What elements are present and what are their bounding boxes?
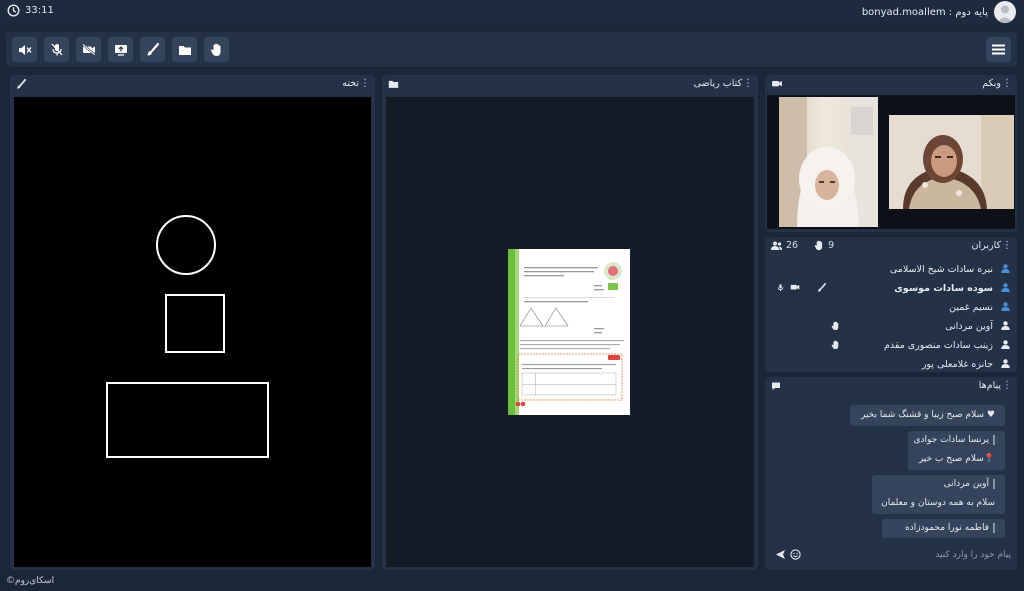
microphone-icon [777, 283, 784, 292]
message-sender: فاطمه نورا محمودزاده [905, 523, 995, 533]
webcam-feed-student[interactable] [779, 97, 878, 227]
panel-title: کاربران [971, 240, 1001, 251]
user-icon [1001, 283, 1010, 292]
message-bubble: آوین مردانی سلام به همه دوستان و معلمان [872, 475, 1005, 514]
toolbar [6, 32, 1017, 67]
panel-menu-icon[interactable]: ⋮ [743, 78, 753, 89]
message-text: سلام به همه دوستان و معلمان [881, 498, 995, 508]
draw-button[interactable] [140, 37, 165, 62]
video-camera-icon [790, 283, 800, 291]
footer: ©اسکای‌روم [6, 576, 54, 586]
user-name: جانزه غلامعلی پور [921, 359, 993, 370]
user-name: زینب سادات منصوری مقدم [883, 340, 993, 351]
panel-title: وبکم [982, 78, 1001, 89]
brand-text: ©اسکای‌روم [6, 576, 55, 586]
current-user-label: bonyad.moallem : پایه دوم [861, 6, 988, 18]
current-user[interactable]: bonyad.moallem : پایه دوم [862, 1, 1016, 23]
message-bubble: پرنسا سادات جوادی سلام صبح ب خیر📍 [908, 431, 1005, 470]
user-icon [1001, 321, 1010, 330]
brush-icon [817, 283, 826, 292]
whiteboard-square [165, 294, 225, 353]
user-name: آوین مردانی [945, 321, 993, 332]
panel-menu-icon[interactable]: ⋮ [1002, 240, 1012, 251]
user-row[interactable]: سوده سادات موسوی [769, 279, 1013, 298]
emoji-icon[interactable] [790, 549, 801, 560]
share-screen-icon [114, 44, 127, 56]
panel-title: کتاب ریاضی [693, 78, 742, 89]
user-name: سوده سادات موسوی [894, 283, 993, 294]
user-name: نیره سادات شیخ الاسلامی [889, 264, 993, 275]
camera-off-icon [81, 44, 95, 55]
microphone-toggle-button[interactable] [44, 37, 69, 62]
top-bar: 33:11 bonyad.moallem : پایه دوم [0, 0, 1024, 24]
message-text: سلام صبح ب خیر📍 [918, 454, 995, 464]
brush-icon [146, 43, 159, 56]
user-icon [1001, 264, 1010, 273]
hamburger-icon [992, 44, 1005, 55]
speaker-off-icon [18, 44, 32, 55]
message-input-row [767, 543, 1016, 567]
message-bubble: سلام صبح زیبا و قشنگ شما بخیر ♥ [850, 405, 1005, 426]
folder-icon [178, 45, 191, 55]
timer-value: 33:11 [25, 5, 54, 16]
panel-menu-icon[interactable]: ⋮ [360, 78, 370, 89]
user-name: نسیم غمین [949, 302, 993, 313]
whiteboard-canvas[interactable] [14, 97, 371, 567]
message-bubble: فاطمه نورا محمودزاده [882, 519, 1005, 538]
whiteboard-circle [156, 215, 216, 275]
users-count: 26 [786, 240, 799, 251]
files-button[interactable] [172, 37, 197, 62]
messages-list[interactable]: سلام صبح زیبا و قشنگ شما بخیر ♥ پرنسا سا… [769, 398, 1013, 538]
send-icon[interactable] [775, 549, 786, 560]
user-row[interactable]: نسیم غمین [769, 298, 1013, 317]
whiteboard-rectangle [106, 382, 269, 458]
webcam-feed-teacher[interactable] [889, 115, 1014, 209]
user-icon [1001, 302, 1010, 311]
book-page-image [508, 249, 630, 415]
user-row[interactable]: جانزه غلامعلی پور [769, 355, 1013, 370]
users-group-icon [771, 241, 782, 250]
pin-icon: 📍 [983, 454, 995, 464]
raised-hands-count: 9 [828, 240, 835, 251]
message-input[interactable] [803, 546, 1011, 564]
user-row[interactable]: نیره سادات شیخ الاسلامی [769, 260, 1013, 279]
camera-toggle-button[interactable] [76, 37, 101, 62]
chat-bubble-icon [771, 381, 781, 391]
panel-title: پیام‌ها [978, 380, 1001, 391]
user-icon [1001, 359, 1010, 368]
video-camera-icon [771, 79, 783, 88]
message-text: سلام صبح زیبا و قشنگ شما بخیر ♥ [860, 410, 995, 420]
folder-icon [388, 79, 399, 89]
hand-icon [814, 240, 823, 251]
message-sender: آوین مردانی [944, 479, 995, 489]
session-timer: 33:11 [7, 4, 54, 17]
avatar[interactable] [994, 1, 1016, 23]
clock-icon [7, 4, 20, 17]
panel-title: تخته [342, 78, 359, 89]
heart-icon: ♥ [986, 410, 995, 420]
users-list[interactable]: نیره سادات شیخ الاسلامی سوده سادات موسوی… [769, 258, 1013, 370]
share-screen-button[interactable] [108, 37, 133, 62]
hand-icon [210, 43, 221, 56]
panel-menu-icon[interactable]: ⋮ [1002, 78, 1012, 89]
panel-menu-icon[interactable]: ⋮ [1002, 380, 1012, 391]
user-icon [1001, 340, 1010, 349]
menu-button[interactable] [986, 37, 1011, 62]
user-row[interactable]: آوین مردانی [769, 317, 1013, 336]
brush-icon [16, 79, 26, 89]
speaker-toggle-button[interactable] [12, 37, 37, 62]
users-stats: 26 9 [771, 240, 834, 251]
raised-hand-icon [831, 340, 840, 350]
mic-off-icon [51, 43, 62, 56]
user-row[interactable]: زینب سادات منصوری مقدم [769, 336, 1013, 355]
raise-hand-button[interactable] [204, 37, 229, 62]
raised-hand-icon [831, 321, 840, 331]
message-sender: پرنسا سادات جوادی [914, 435, 995, 445]
